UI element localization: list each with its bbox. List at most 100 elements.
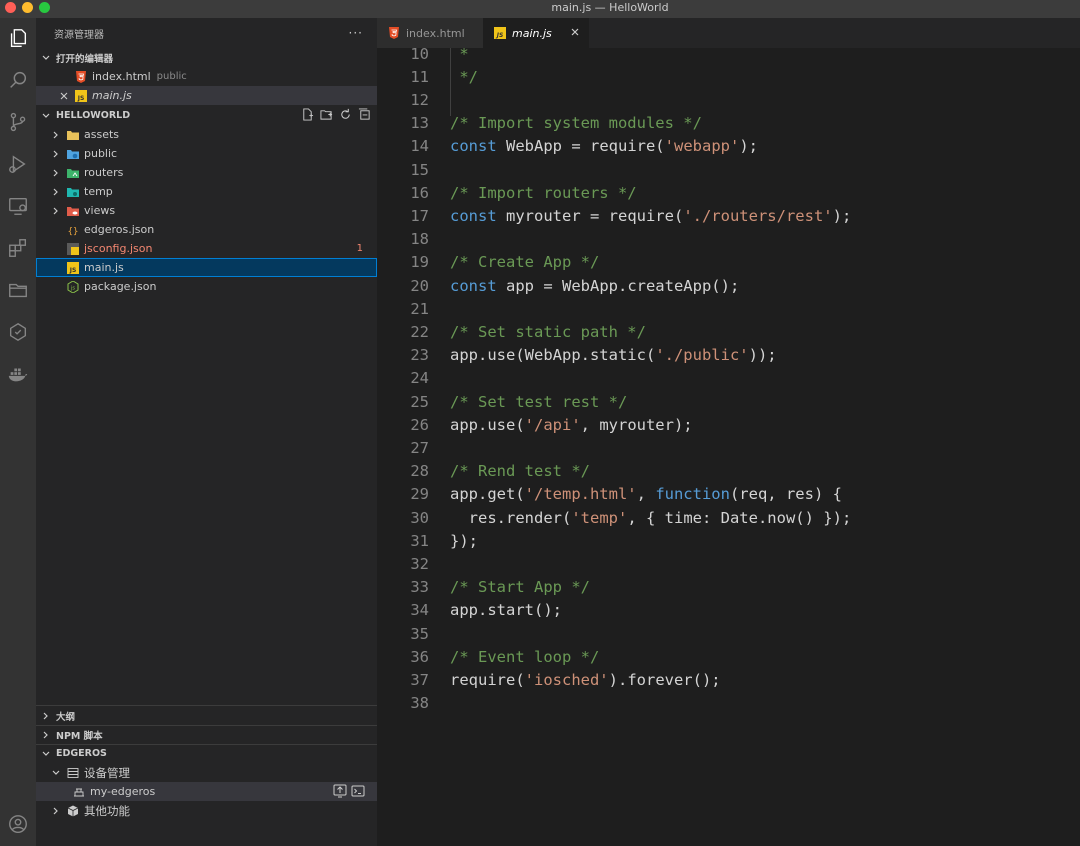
line-number: 12 <box>410 90 429 109</box>
explorer-icon[interactable] <box>4 24 32 52</box>
chevron-right-icon <box>50 148 62 160</box>
code-line[interactable]: 11 */ <box>377 65 1080 88</box>
code-line[interactable]: 14 const WebApp = require('webapp'); <box>377 135 1080 158</box>
code-line[interactable]: 36 /* Event loop */ <box>377 645 1080 668</box>
code-token: ); <box>832 206 852 225</box>
code-line[interactable]: 27 <box>377 436 1080 459</box>
device-item[interactable]: my-edgeros <box>36 782 377 801</box>
code-line[interactable]: 22 /* Set static path */ <box>377 320 1080 343</box>
file-jsconfig-json[interactable]: jsconfig.json 1 <box>36 239 377 258</box>
device-group-item[interactable]: 设备管理 <box>36 763 377 782</box>
code-line[interactable]: 33 /* Start App */ <box>377 576 1080 599</box>
remote-explorer-icon[interactable] <box>4 192 32 220</box>
file-name: package.json <box>84 280 157 293</box>
html-icon <box>74 70 87 83</box>
code-line[interactable]: 21 <box>377 297 1080 320</box>
folder-temp[interactable]: temp <box>36 182 377 201</box>
code-token: app = WebApp.createApp(); <box>496 276 740 295</box>
open-editors-section[interactable]: 打开的编辑器 <box>36 48 377 67</box>
code-line[interactable]: 16 /* Import routers */ <box>377 181 1080 204</box>
code-text: /* Import system modules */ <box>450 114 702 132</box>
line-number: 24 <box>410 369 429 388</box>
line-number: 28 <box>410 462 429 481</box>
new-file-icon[interactable] <box>301 108 314 121</box>
open-editor-item-active[interactable]: JS main.js <box>36 86 377 105</box>
code-line[interactable]: 24 <box>377 367 1080 390</box>
code-token: 'webapp' <box>664 137 740 156</box>
code-token: /* Set static path */ <box>450 322 646 341</box>
line-number: 37 <box>410 670 429 689</box>
folder-views-icon <box>66 204 79 217</box>
code-line[interactable]: 30 res.render('temp', { time: Date.now()… <box>377 506 1080 529</box>
code-line[interactable]: 26 app.use('/api', myrouter); <box>377 413 1080 436</box>
new-folder-icon[interactable] <box>320 108 333 121</box>
code-token: , myrouter); <box>580 415 693 434</box>
chevron-right-icon <box>40 710 52 722</box>
folder-assets[interactable]: assets <box>36 125 377 144</box>
code-token: '/temp.html' <box>524 485 637 504</box>
project-section[interactable]: HELLOWORLD <box>36 106 377 125</box>
project-manager-icon[interactable] <box>4 276 32 304</box>
code-text: const myrouter = require('./routers/rest… <box>450 207 851 225</box>
code-text: require('iosched').forever(); <box>450 671 721 689</box>
open-editors-title: 打开的编辑器 <box>56 53 114 65</box>
edgeros-section[interactable]: EDGEROS <box>36 744 377 763</box>
code-line[interactable]: 34 app.start(); <box>377 599 1080 622</box>
code-line[interactable]: 31}); <box>377 529 1080 552</box>
account-icon[interactable] <box>4 810 32 838</box>
upload-icon[interactable] <box>333 784 347 798</box>
code-token: app.start(); <box>450 601 562 620</box>
close-icon[interactable] <box>569 26 581 38</box>
edgeros-icon[interactable] <box>4 318 32 346</box>
close-icon[interactable] <box>58 90 70 102</box>
code-editor[interactable]: 10 * 11 */ 12 13/* Import system modules */… <box>377 45 1080 846</box>
code-line[interactable]: 35 <box>377 622 1080 645</box>
folder-name: public <box>84 147 118 160</box>
folder-routers[interactable]: routers <box>36 163 377 182</box>
refresh-icon[interactable] <box>339 108 352 121</box>
open-editor-name: index.html <box>92 70 151 83</box>
code-token: app.use( <box>450 415 525 434</box>
line-number: 27 <box>410 438 429 457</box>
code-text: /* Set static path */ <box>450 323 646 341</box>
folder-views[interactable]: views <box>36 201 377 220</box>
code-line[interactable]: 29 app.get('/temp.html', function(req, re… <box>377 483 1080 506</box>
chevron-right-icon <box>50 805 62 817</box>
file-edgeros-json[interactable]: {} edgeros.json <box>36 220 377 239</box>
code-line[interactable]: 32 <box>377 552 1080 575</box>
code-line[interactable]: 10 * <box>377 42 1080 65</box>
open-editor-item[interactable]: index.html public <box>36 67 377 86</box>
search-icon[interactable] <box>4 66 32 94</box>
file-main-js[interactable]: JS main.js <box>36 258 377 277</box>
code-line[interactable]: 38 <box>377 692 1080 715</box>
code-line[interactable]: 17 const myrouter = require('./routers/re… <box>377 204 1080 227</box>
code-token: res.render( <box>450 508 572 527</box>
code-line[interactable]: 25 /* Set test rest */ <box>377 390 1080 413</box>
code-line[interactable]: 12 <box>377 88 1080 111</box>
code-line[interactable]: 37 require('iosched').forever(); <box>377 668 1080 691</box>
code-line[interactable]: 13 /* Import system modules */ <box>377 112 1080 135</box>
source-control-icon[interactable] <box>4 108 32 136</box>
js-icon: JS <box>74 89 87 102</box>
collapse-all-icon[interactable] <box>358 108 371 121</box>
code-line[interactable]: 20 const app = WebApp.createApp(); <box>377 274 1080 297</box>
extensions-icon[interactable] <box>4 234 32 262</box>
other-features-item[interactable]: 其他功能 <box>36 801 377 820</box>
code-text: /* Event loop */ <box>450 648 599 666</box>
npm-scripts-section[interactable]: NPM 脚本 <box>36 725 377 744</box>
chevron-right-icon <box>50 205 62 217</box>
file-package-json[interactable]: js package.json <box>36 277 377 296</box>
code-text: app.get('/temp.html', function(req, res)… <box>450 485 842 503</box>
code-line[interactable]: 23 app.use(WebApp.static('./public')); <box>377 344 1080 367</box>
code-line[interactable]: 15 <box>377 158 1080 181</box>
code-line[interactable]: 18 <box>377 228 1080 251</box>
code-line[interactable]: 28 /* Rend test */ <box>377 460 1080 483</box>
docker-icon[interactable] <box>4 360 32 388</box>
terminal-icon[interactable] <box>351 784 365 798</box>
code-line[interactable]: 19 /* Create App */ <box>377 251 1080 274</box>
code-token: ); <box>739 137 758 156</box>
more-actions-button[interactable]: ··· <box>349 26 363 40</box>
outline-section[interactable]: 大纲 <box>36 706 377 725</box>
run-debug-icon[interactable] <box>4 150 32 178</box>
folder-public[interactable]: public <box>36 144 377 163</box>
